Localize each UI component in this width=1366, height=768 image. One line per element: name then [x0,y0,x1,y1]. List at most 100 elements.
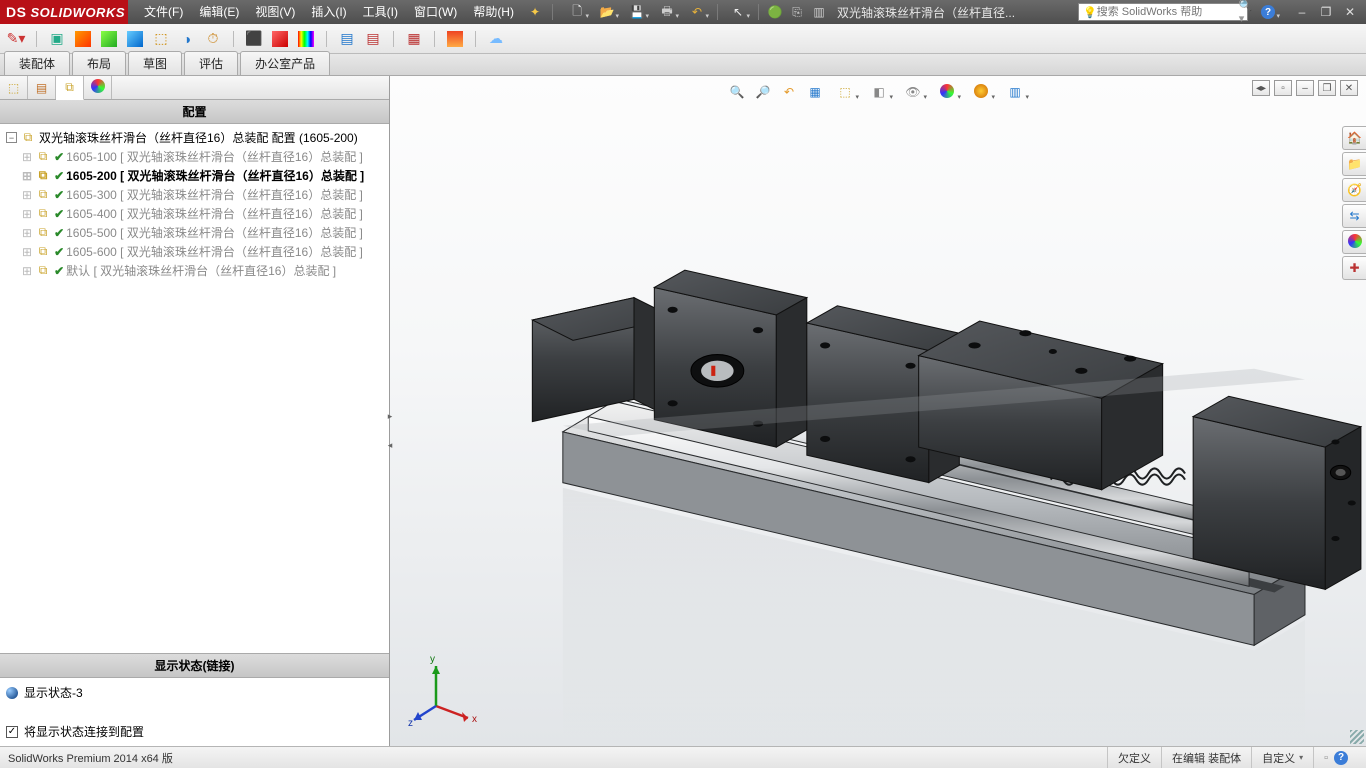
tool-icon-6[interactable]: ⬚ [151,29,171,49]
separator [758,4,759,20]
menu-insert[interactable]: 插入(I) [303,0,354,24]
tree-item[interactable]: ⊞⧉✔默认 [ 双光轴滚珠丝杆滑台（丝杆直径16）总装配 ] [2,261,387,280]
menu-file[interactable]: 文件(F) [136,0,191,24]
tool-icon-3[interactable] [73,29,93,49]
display-state-title: 显示状态(链接) [0,653,389,678]
separator [233,31,234,47]
svg-text:y: y [430,654,435,665]
tab-sketch[interactable]: 草图 [128,51,182,75]
menu-window[interactable]: 窗口(W) [406,0,465,24]
tool-icon-2[interactable]: ▣ [47,29,67,49]
tool-icon-5[interactable] [125,29,145,49]
tool-icon-12[interactable]: ▤ [337,29,357,49]
fm-tab-property[interactable]: ▤ [28,76,56,99]
tool-icon-4[interactable] [99,29,119,49]
options-button[interactable]: ⎘ [787,3,807,21]
tree-item-label: 1605-300 [ 双光轴滚珠丝杆滑台（丝杆直径16）总装配 ] [66,186,363,203]
link-display-row[interactable]: ✓ 将显示状态连接到配置 [6,721,383,742]
open-button[interactable]: 📂 [593,3,621,21]
tree-item[interactable]: ⊞⧉✔1605-300 [ 双光轴滚珠丝杆滑台（丝杆直径16）总装配 ] [2,185,387,204]
tree-item-label: 1605-100 [ 双光轴滚珠丝杆滑台（丝杆直径16）总装配 ] [66,148,363,165]
search-input[interactable] [1097,6,1239,18]
addin-toolbar: ✎▾ ▣ ⬚ ◑ ⏱ ⬛ ▤ ▤ ▦ ☁ [0,24,1366,54]
tree-item-label: 默认 [ 双光轴滚珠丝杆滑台（丝杆直径16）总装配 ] [66,262,336,279]
command-manager-tabs: 装配体 布局 草图 评估 办公室产品 [0,54,1366,76]
help-dropdown[interactable]: ? [1254,3,1282,21]
maximize-button[interactable]: ❐ [1316,4,1336,20]
tree-connector: ⊞ [22,188,32,202]
config-item-icon: ⧉ [36,227,50,239]
tool-icon-1[interactable]: ✎▾ [6,29,26,49]
tab-office[interactable]: 办公室产品 [240,51,330,75]
close-button[interactable]: ✕ [1340,4,1360,20]
minimize-button[interactable]: – [1292,4,1312,20]
tool-icon-14[interactable]: ▦ [404,29,424,49]
print-button[interactable]: 🖶 [653,3,681,21]
tool-icon-9[interactable]: ⬛ [244,29,264,49]
model-render [390,76,1366,757]
tool-icon-13[interactable]: ▤ [363,29,383,49]
tree-item[interactable]: ⊞⧉✔1605-200 [ 双光轴滚珠丝杆滑台（丝杆直径16）总装配 ] [2,166,387,185]
tree-item[interactable]: ⊞⧉✔1605-600 [ 双光轴滚珠丝杆滑台（丝杆直径16）总装配 ] [2,242,387,261]
undo-button[interactable]: ↶ [683,3,711,21]
pane-icon: ▥ [813,5,824,19]
separator [717,4,718,20]
open-icon: 📂 [600,5,615,19]
menu-help[interactable]: 帮助(H) [465,0,522,24]
tree-item[interactable]: ⊞⧉✔1605-500 [ 双光轴滚珠丝杆滑台（丝杆直径16）总装配 ] [2,223,387,242]
tree-root[interactable]: − ⧉ 双光轴滚珠丝杆滑台（丝杆直径16）总装配 配置 (1605-200) [2,128,387,147]
collapse-icon[interactable]: − [6,132,17,143]
rebuild-button[interactable]: 🟢 [765,3,785,21]
fm-tab-display[interactable] [84,76,112,99]
tab-assembly[interactable]: 装配体 [4,51,70,75]
menu-view[interactable]: 视图(V) [247,0,303,24]
check-icon: ✔ [54,150,64,164]
display-state-row[interactable]: 显示状态-3 [6,682,383,703]
tab-layout[interactable]: 布局 [72,51,126,75]
fm-tab-tree[interactable]: ⬚ [0,76,28,99]
help-prefix-icon: 💡 [1083,6,1097,19]
print-icon: 🖶 [661,2,672,23]
save-button[interactable]: 💾 [623,3,651,21]
configuration-tree[interactable]: − ⧉ 双光轴滚珠丝杆滑台（丝杆直径16）总装配 配置 (1605-200) ⊞… [0,124,389,653]
std-toolbar: 🗋 📂 💾 🖶 ↶ ↖ 🟢 ⎘ ▥ [563,3,829,21]
checkbox[interactable]: ✓ [6,726,18,738]
menu-edit[interactable]: 编辑(E) [191,0,247,24]
tool-icon-16[interactable]: ☁ [486,29,506,49]
tree-item[interactable]: ⊞⧉✔1605-100 [ 双光轴滚珠丝杆滑台（丝杆直径16）总装配 ] [2,147,387,166]
new-button[interactable]: 🗋 [563,3,591,21]
fm-tab-config[interactable]: ⧉ [56,76,84,100]
separator [326,31,327,47]
tool-icon-8[interactable]: ⏱ [203,29,223,49]
tree-connector: ⊞ [22,245,32,259]
tool-icon-11[interactable] [296,29,316,49]
status-product: SolidWorks Premium 2014 x64 版 [8,750,173,766]
tool-icon-10[interactable] [270,29,290,49]
graphics-viewport[interactable]: ▸◂ 🔍 🔎 ↶ ▦ ⬚ ◧ 👁 ▥ ◂▸ ▫ – ❐ ✕ 🏠 📁 🧭 ⇆ [390,76,1366,746]
feature-manager-panel: ⬚ ▤ ⧉ 配置 − ⧉ 双光轴滚珠丝杆滑台（丝杆直径16）总装配 配置 (16… [0,76,390,746]
search-icon: 🔍▾ [1239,0,1253,25]
traffic-icon: 🟢 [768,5,783,19]
pane-button[interactable]: ▥ [809,3,829,21]
tree-connector: ⊞ [22,207,32,221]
menu-tools[interactable]: 工具(I) [355,0,406,24]
display-state-label: 显示状态-3 [24,684,83,701]
new-icon: 🗋 [572,2,582,23]
separator [475,31,476,47]
check-icon: ✔ [54,245,64,259]
menu-assist[interactable]: ✦ [522,0,548,24]
tree-connector: ⊞ [22,264,32,278]
title-bar: DSSOLIDWORKS 文件(F) 编辑(E) 视图(V) 插入(I) 工具(… [0,0,1366,24]
tree-item-label: 1605-200 [ 双光轴滚珠丝杆滑台（丝杆直径16）总装配 ] [66,167,364,184]
tab-evaluate[interactable]: 评估 [184,51,238,75]
select-button[interactable]: ↖ [724,3,752,21]
tool-icon-7[interactable]: ◑ [177,29,197,49]
palette-icon [91,79,105,96]
orientation-triad[interactable]: x y z [408,648,488,728]
search-box[interactable]: 💡 🔍▾ [1078,3,1248,21]
resize-grip[interactable] [1350,730,1364,744]
separator [393,31,394,47]
tree-item[interactable]: ⊞⧉✔1605-400 [ 双光轴滚珠丝杆滑台（丝杆直径16）总装配 ] [2,204,387,223]
tool-icon-15[interactable] [445,29,465,49]
window-controls: – ❐ ✕ [1292,4,1360,20]
